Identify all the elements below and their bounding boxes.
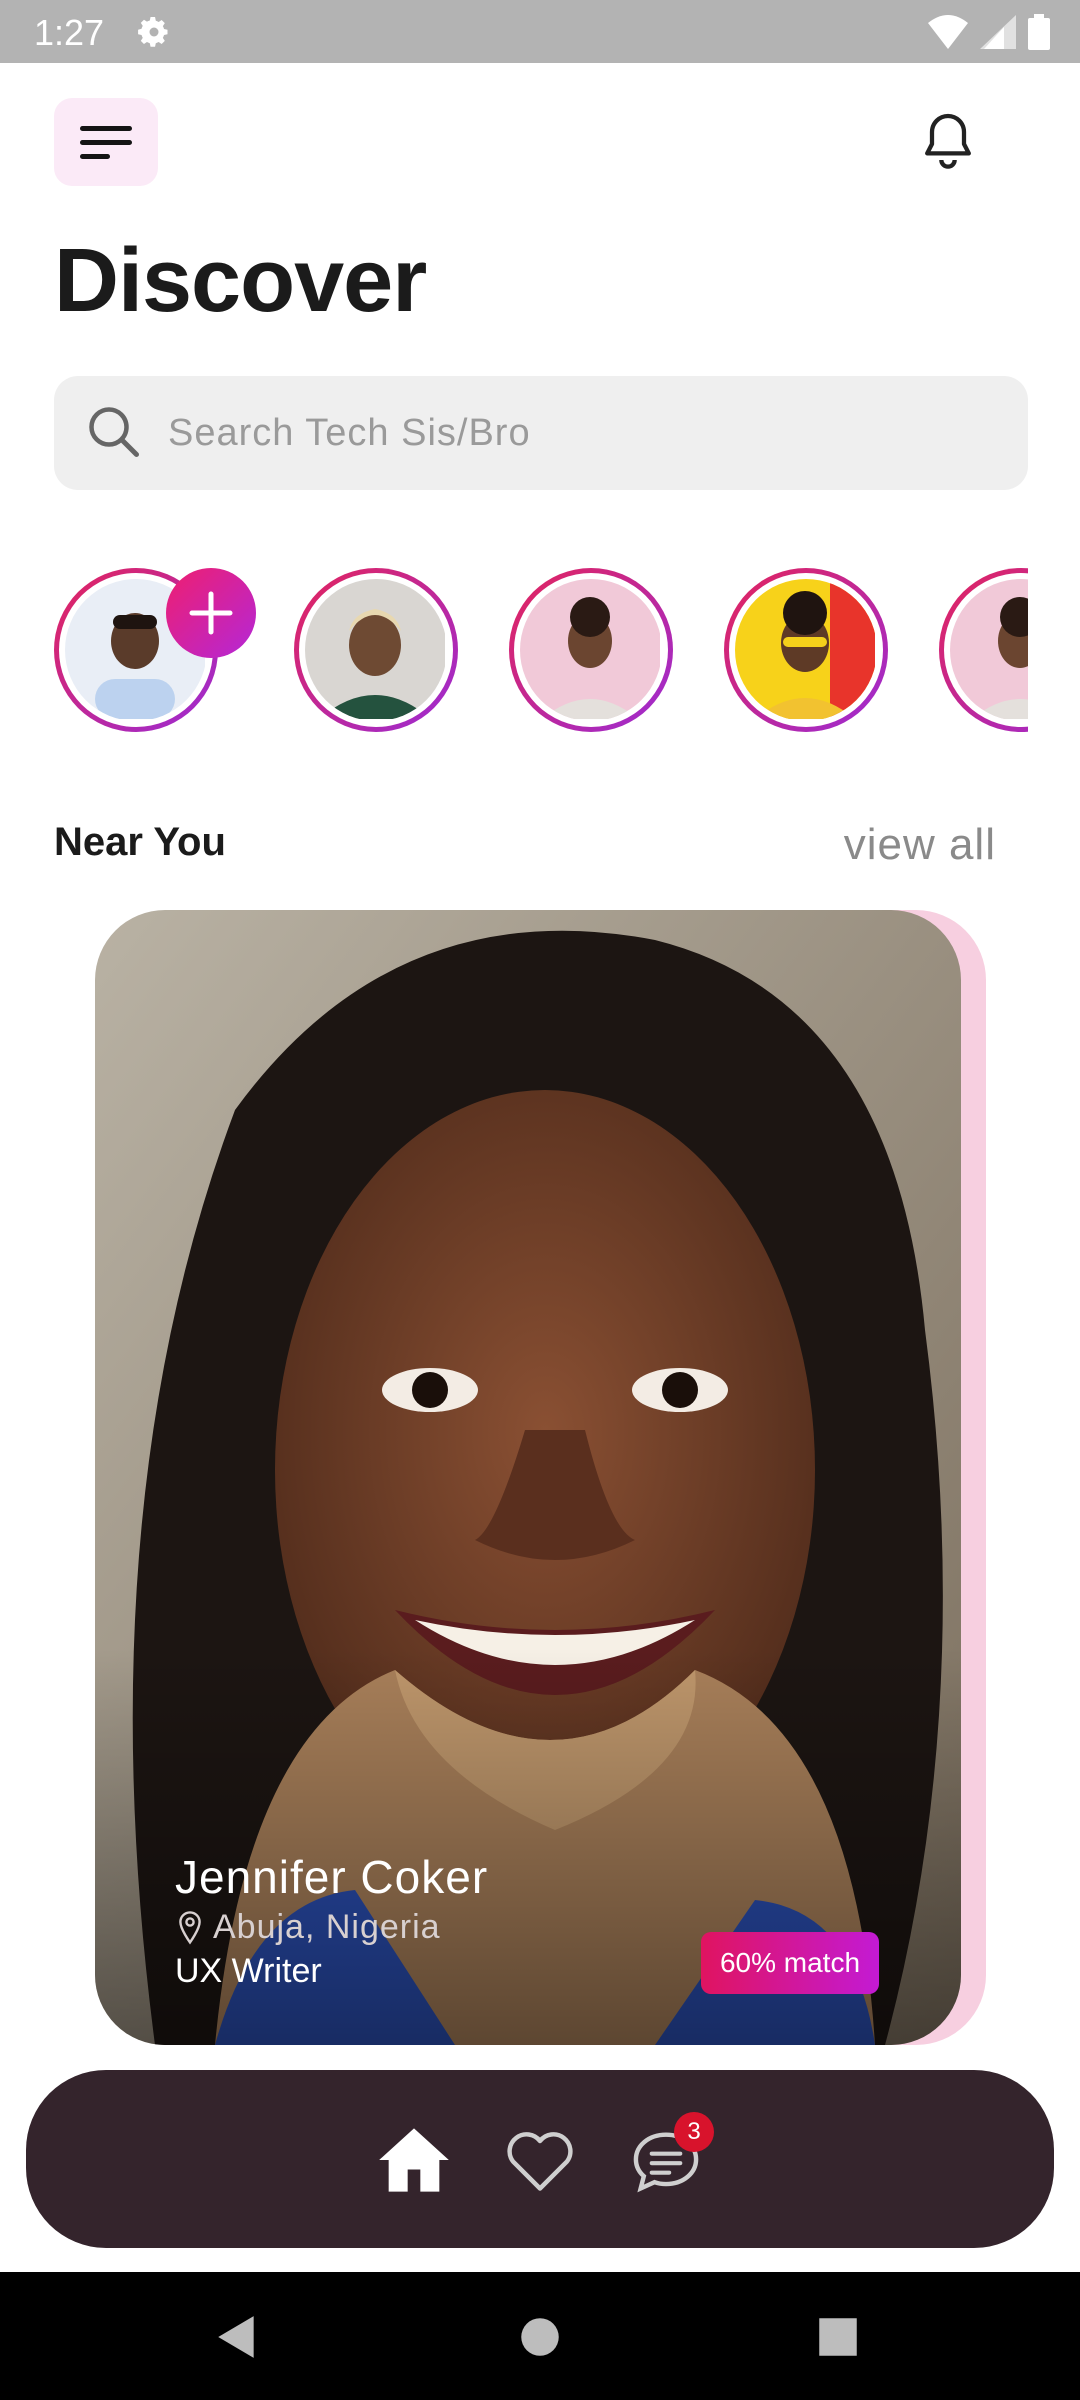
match-badge: 60% match [701,1932,879,1994]
menu-icon-line-1 [80,125,132,131]
profile-name: Jennifer Coker [175,1851,489,1903]
settings-gear-icon [138,17,168,47]
section-title-near-you: Near You [54,820,226,864]
avatar [305,579,447,721]
home-icon[interactable] [376,2122,452,2198]
system-navigation-bar [0,2272,1080,2400]
status-icons [928,12,1050,52]
story-avatar[interactable] [724,568,888,732]
story-avatar[interactable] [294,568,458,732]
battery-icon [1028,14,1050,50]
heart-icon[interactable] [502,2122,578,2198]
profile-card[interactable]: Jennifer Coker Abuja, Nigeria UX Writer … [95,910,961,2045]
messages-badge: 3 [674,2112,714,2152]
back-icon[interactable] [212,2312,262,2362]
status-time: 1:27 [34,12,105,53]
page-title: Discover [54,231,427,331]
avatar [950,579,1028,721]
menu-button[interactable] [54,98,158,186]
story-avatar[interactable] [509,568,673,732]
profile-location-row: Abuja, Nigeria [175,1908,441,1947]
recents-square-icon[interactable] [813,2312,863,2362]
avatar [735,579,877,721]
plus-icon [189,591,233,635]
stories-row [54,568,1028,736]
add-story-button[interactable] [166,568,256,658]
search-icon [89,407,139,457]
menu-icon-line-2 [80,139,132,145]
view-all-link[interactable]: view all [844,820,996,870]
cell-signal-icon [980,15,1016,49]
wifi-icon [928,15,968,49]
notification-bell-icon[interactable] [916,108,980,172]
search-input[interactable] [168,376,988,490]
avatar [520,579,662,721]
status-bar: 1:27 [0,0,1080,63]
home-circle-icon[interactable] [515,2312,565,2362]
profile-location: Abuja, Nigeria [213,1908,441,1946]
menu-icon-line-3 [80,153,110,159]
profile-role: UX Writer [175,1952,322,1990]
story-avatar[interactable] [939,568,1028,732]
search-bar[interactable] [54,376,1028,490]
location-pin-icon [179,1910,201,1944]
bottom-nav: 3 [26,2070,1054,2248]
